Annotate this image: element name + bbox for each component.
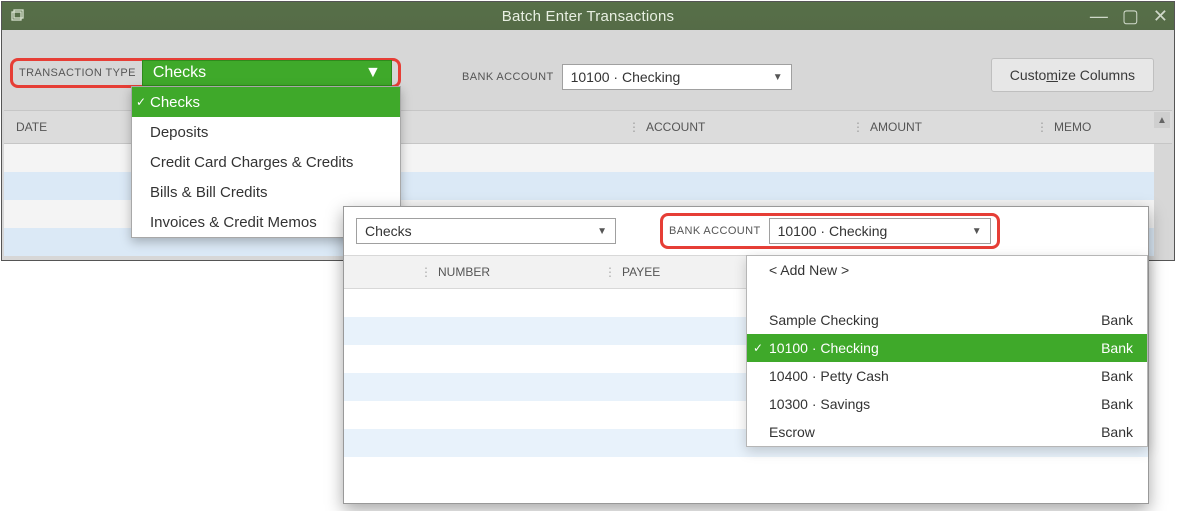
tx-option-checks[interactable]: Checks	[132, 87, 400, 117]
bank-account-value: 10100 · Checking	[571, 69, 681, 85]
close-icon[interactable]: ✕	[1153, 7, 1168, 25]
bank-account-label: BANK ACCOUNT	[462, 71, 554, 83]
bank-account-dropdown: < Add New > Sample Checking Bank 10100 ·…	[746, 255, 1148, 447]
panel2-bank-account-label: BANK ACCOUNT	[669, 225, 761, 237]
panel2-tx-select[interactable]: Checks ▼	[356, 218, 616, 244]
chevron-down-icon: ▼	[365, 64, 381, 82]
transaction-type-label: TRANSACTION TYPE	[19, 67, 136, 79]
panel2-bank-account-select[interactable]: 10100 · Checking ▼	[769, 218, 991, 244]
transaction-type-group: TRANSACTION TYPE Checks ▼	[10, 58, 401, 88]
p2-col-number: NUMBER	[438, 265, 598, 279]
tx-option-bills[interactable]: Bills & Bill Credits	[132, 177, 400, 207]
bank-account-select[interactable]: 10100 · Checking ▼	[562, 64, 792, 90]
chevron-down-icon: ▼	[597, 226, 607, 237]
ba-option-sample-checking[interactable]: Sample Checking Bank	[747, 306, 1147, 334]
ba-spacer	[747, 284, 1147, 306]
ba-option-10100-checking[interactable]: 10100 · Checking Bank	[747, 334, 1147, 362]
window-controls: — ▢ ✕	[1090, 2, 1168, 30]
restore-icon[interactable]	[8, 7, 26, 25]
minimize-icon[interactable]: —	[1090, 7, 1108, 25]
ba-option-10400-petty-cash[interactable]: 10400 · Petty Cash Bank	[747, 362, 1147, 390]
window-title: Batch Enter Transactions	[502, 8, 674, 25]
chevron-down-icon: ▼	[773, 72, 783, 83]
scroll-up-icon[interactable]: ▲	[1154, 112, 1170, 128]
transaction-type-select[interactable]: Checks ▼	[142, 60, 392, 86]
bank-account-panel: Checks ▼ BANK ACCOUNT 10100 · Checking ▼…	[343, 206, 1149, 504]
titlebar: Batch Enter Transactions — ▢ ✕	[2, 2, 1174, 30]
maximize-icon[interactable]: ▢	[1122, 7, 1139, 25]
panel2-bank-account-value: 10100 · Checking	[778, 223, 888, 239]
panel2-toolbar: Checks ▼ BANK ACCOUNT 10100 · Checking ▼	[344, 207, 1148, 255]
chevron-down-icon: ▼	[972, 226, 982, 237]
grid-row[interactable]	[344, 457, 1148, 485]
ba-option-10300-savings[interactable]: 10300 · Savings Bank	[747, 390, 1147, 418]
ba-option-add-new[interactable]: < Add New >	[747, 256, 1147, 284]
tx-option-deposits[interactable]: Deposits	[132, 117, 400, 147]
panel2-bank-account-group: BANK ACCOUNT 10100 · Checking ▼	[660, 213, 1000, 249]
col-account: ACCOUNT	[646, 120, 846, 134]
panel2-tx-value: Checks	[365, 223, 412, 239]
bank-account-group: BANK ACCOUNT 10100 · Checking ▼	[462, 64, 792, 90]
tx-option-cc-charges[interactable]: Credit Card Charges & Credits	[132, 147, 400, 177]
customize-columns-button[interactable]: Customize Columns	[991, 58, 1154, 92]
transaction-type-value: Checks	[153, 64, 206, 82]
col-amount: AMOUNT	[870, 120, 1030, 134]
ba-option-escrow[interactable]: Escrow Bank	[747, 418, 1147, 446]
